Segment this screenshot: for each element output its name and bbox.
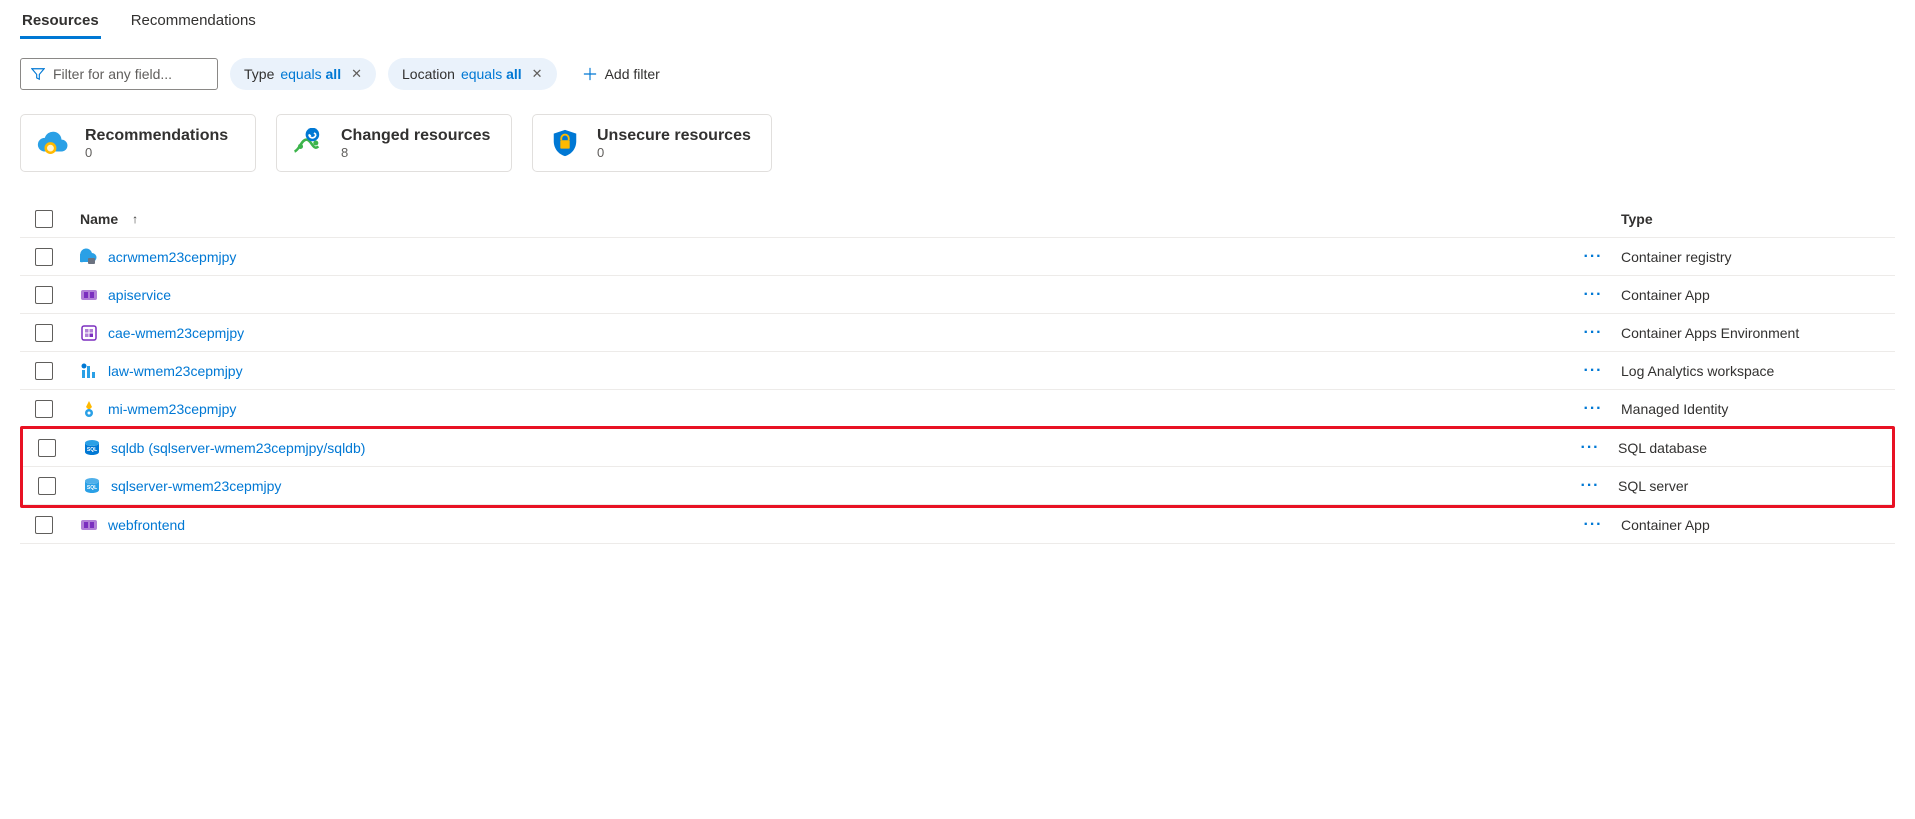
resource-type-label: Container registry <box>1615 249 1895 265</box>
changed-icon <box>291 125 327 161</box>
resource-link[interactable]: mi-wmem23cepmjpy <box>108 401 236 417</box>
filter-icon <box>31 67 45 81</box>
unsecure-icon <box>547 125 583 161</box>
pill-location-close-icon[interactable]: ✕ <box>532 66 543 82</box>
pill-type-close-icon[interactable]: ✕ <box>351 66 362 82</box>
resource-type-icon <box>83 477 101 495</box>
highlight-annotation: sqldb (sqlserver-wmem23cepmjpy/sqldb) ···… <box>20 426 1895 508</box>
card-recommendations[interactable]: Recommendations 0 <box>20 114 256 172</box>
resource-type-icon <box>80 324 98 342</box>
card-unsecure-title: Unsecure resources <box>597 127 751 145</box>
resource-link[interactable]: apiservice <box>108 287 171 303</box>
row-checkbox[interactable] <box>35 362 53 380</box>
recommendations-icon <box>35 125 71 161</box>
add-filter-label: Add filter <box>605 66 660 82</box>
resource-type-icon <box>83 439 101 457</box>
resource-type-icon <box>80 286 98 304</box>
select-all-checkbox[interactable] <box>35 210 53 228</box>
resource-type-icon <box>80 516 98 534</box>
row-more-button[interactable]: ··· <box>1571 248 1615 266</box>
resource-type-icon <box>80 362 98 380</box>
summary-cards: Recommendations 0 Changed resources 8 <box>20 114 1895 172</box>
filter-pill-location[interactable]: Location equals all ✕ <box>388 58 557 90</box>
filter-input[interactable] <box>53 66 207 82</box>
filter-input-wrap[interactable] <box>20 58 218 90</box>
filter-bar: Type equals all ✕ Location equals all ✕ … <box>20 58 1895 90</box>
resource-type-label: Log Analytics workspace <box>1615 363 1895 379</box>
plus-icon <box>583 67 597 81</box>
row-checkbox[interactable] <box>35 324 53 342</box>
resources-table: Name↑ Type acrwmem23cepmjpy···Container … <box>20 200 1895 544</box>
table-header: Name↑ Type <box>20 200 1895 238</box>
row-more-button[interactable]: ··· <box>1571 400 1615 418</box>
card-unsecure[interactable]: Unsecure resources 0 <box>532 114 772 172</box>
pill-type-value: equals all <box>280 66 341 82</box>
resource-link[interactable]: sqlserver-wmem23cepmjpy <box>111 478 281 494</box>
resource-type-label: Container App <box>1615 287 1895 303</box>
tab-resources[interactable]: Resources <box>20 4 101 39</box>
sort-asc-icon: ↑ <box>132 212 138 226</box>
card-recommendations-title: Recommendations <box>85 127 228 145</box>
col-header-name[interactable]: Name↑ <box>68 211 1571 227</box>
resource-type-icon <box>80 248 98 266</box>
table-row: law-wmem23cepmjpy ···Log Analytics worksp… <box>20 352 1895 390</box>
filter-pill-type[interactable]: Type equals all ✕ <box>230 58 376 90</box>
card-unsecure-count: 0 <box>597 145 751 160</box>
resource-link[interactable]: cae-wmem23cepmjpy <box>108 325 244 341</box>
resource-type-label: Managed Identity <box>1615 401 1895 417</box>
pill-location-label: Location <box>402 66 455 82</box>
resource-link[interactable]: acrwmem23cepmjpy <box>108 249 236 265</box>
resource-link[interactable]: sqldb (sqlserver-wmem23cepmjpy/sqldb) <box>111 440 365 456</box>
resource-type-icon <box>80 400 98 418</box>
tabs-bar: Resources Recommendations <box>20 4 1895 40</box>
row-more-button[interactable]: ··· <box>1568 477 1612 495</box>
resource-type-label: SQL server <box>1612 478 1892 494</box>
resource-link[interactable]: webfrontend <box>108 517 185 533</box>
row-more-button[interactable]: ··· <box>1571 324 1615 342</box>
table-row: sqldb (sqlserver-wmem23cepmjpy/sqldb) ···… <box>23 429 1892 467</box>
table-row: sqlserver-wmem23cepmjpy ···SQL server <box>23 467 1892 505</box>
pill-type-label: Type <box>244 66 274 82</box>
row-checkbox[interactable] <box>38 477 56 495</box>
pill-location-value: equals all <box>461 66 522 82</box>
resource-type-label: Container Apps Environment <box>1615 325 1895 341</box>
card-changed[interactable]: Changed resources 8 <box>276 114 512 172</box>
card-changed-count: 8 <box>341 145 490 160</box>
table-row: acrwmem23cepmjpy ···Container registry <box>20 238 1895 276</box>
table-row: mi-wmem23cepmjpy ···Managed Identity <box>20 390 1895 428</box>
resource-link[interactable]: law-wmem23cepmjpy <box>108 363 243 379</box>
card-changed-title: Changed resources <box>341 127 490 145</box>
col-header-type[interactable]: Type <box>1615 211 1895 227</box>
card-recommendations-count: 0 <box>85 145 228 160</box>
table-row: cae-wmem23cepmjpy ···Container Apps Envir… <box>20 314 1895 352</box>
row-more-button[interactable]: ··· <box>1571 286 1615 304</box>
row-checkbox[interactable] <box>35 248 53 266</box>
resource-type-label: Container App <box>1615 517 1895 533</box>
table-row: apiservice ···Container App <box>20 276 1895 314</box>
row-checkbox[interactable] <box>35 286 53 304</box>
row-more-button[interactable]: ··· <box>1571 362 1615 380</box>
tab-recommendations[interactable]: Recommendations <box>129 4 258 39</box>
row-more-button[interactable]: ··· <box>1571 516 1615 534</box>
row-checkbox[interactable] <box>35 400 53 418</box>
table-row: webfrontend ···Container App <box>20 506 1895 544</box>
row-checkbox[interactable] <box>35 516 53 534</box>
row-more-button[interactable]: ··· <box>1568 439 1612 457</box>
add-filter-button[interactable]: Add filter <box>569 58 674 90</box>
resource-type-label: SQL database <box>1612 440 1892 456</box>
row-checkbox[interactable] <box>38 439 56 457</box>
